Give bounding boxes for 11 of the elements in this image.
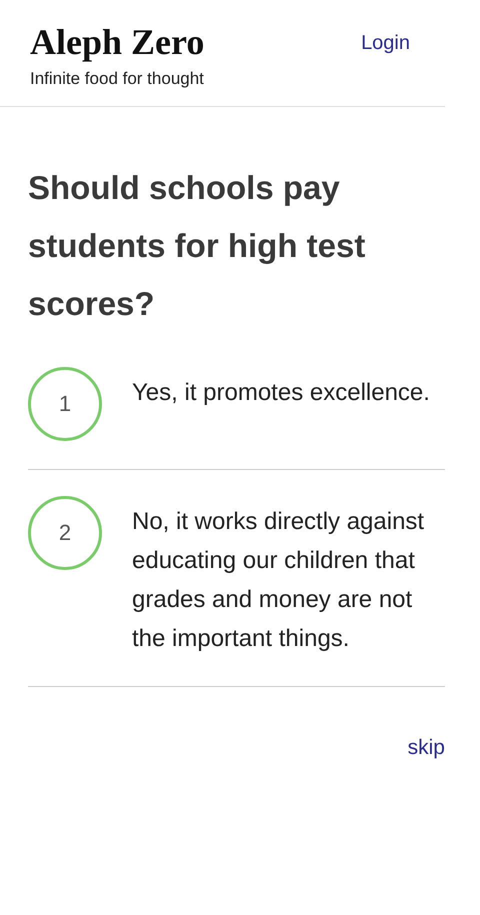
question-heading: Should schools pay students for high test scores? <box>28 168 366 324</box>
site-title: Aleph Zero <box>30 21 204 64</box>
option-text: Yes, it promotes excellence. <box>132 378 430 408</box>
skip-link[interactable]: skip <box>408 732 445 763</box>
answer-option[interactable]: 1 Yes, it promotes excellence. <box>28 352 445 470</box>
answer-option[interactable]: 2 No, it works directly against educating our children that grades and money are not the important things. <box>28 482 445 686</box>
login-link[interactable]: Login <box>361 28 410 58</box>
tagline: Infinite food for thought <box>30 68 204 90</box>
option-number: 1 <box>28 366 102 440</box>
option-number: 2 <box>28 496 102 570</box>
option-text: No, it works directly against educating our children that grades and money are not the important things. <box>132 506 426 654</box>
